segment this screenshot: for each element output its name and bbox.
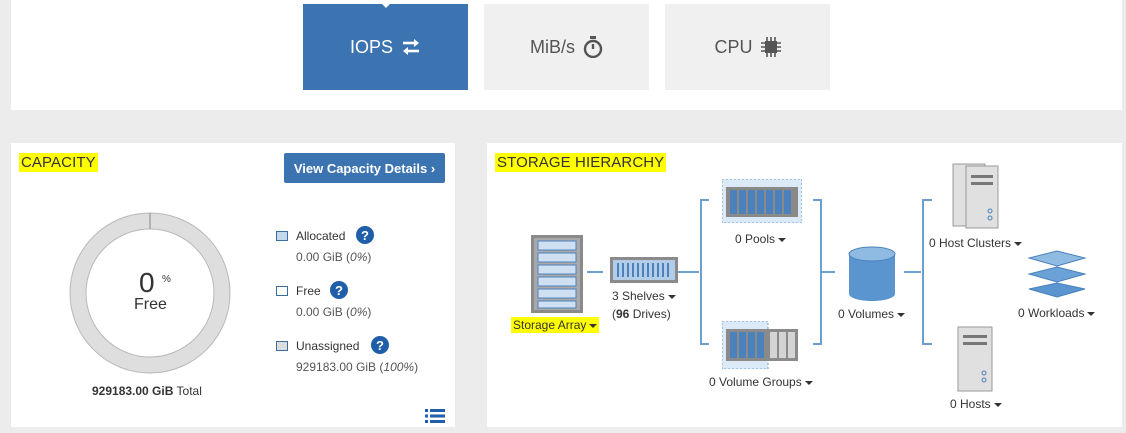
- legend-swatch: [276, 286, 288, 296]
- storage-hierarchy-panel: STORAGE HIERARCHY Storage Array 3 Shelve…: [487, 143, 1122, 427]
- pool-icon[interactable]: [721, 178, 803, 228]
- shelves-label: 3 Shelves: [612, 289, 665, 303]
- pools-label: 0 Pools: [735, 232, 776, 246]
- volume-groups-menu[interactable]: 0 Volume Groups: [709, 375, 813, 389]
- host-clusters-menu[interactable]: 0 Host Clusters: [929, 236, 1023, 250]
- legend-value: 0.00 GiB (0%): [296, 305, 372, 319]
- hosts-label: 0 Hosts: [950, 397, 991, 411]
- help-icon[interactable]: ?: [371, 336, 389, 354]
- legend-label: Allocated: [296, 229, 346, 243]
- capacity-title: CAPACITY: [19, 153, 98, 172]
- performance-panel: IOPS MiB/s CPU: [11, 0, 1122, 110]
- donut-percent-sign: %: [162, 274, 171, 285]
- view-capacity-details-button[interactable]: View Capacity Details ›: [284, 153, 445, 183]
- tab-mibs[interactable]: MiB/s: [484, 4, 649, 90]
- tab-iops[interactable]: IOPS: [303, 3, 468, 90]
- legend-value: 0.00 GiB (0%): [296, 250, 372, 264]
- workloads-label: 0 Workloads: [1018, 306, 1085, 320]
- workloads-menu[interactable]: 0 Workloads: [1018, 306, 1096, 320]
- volume-icon[interactable]: [848, 246, 896, 307]
- volume-groups-label: 0 Volume Groups: [709, 375, 802, 389]
- capacity-panel: CAPACITY View Capacity Details › 0 % Fre…: [11, 143, 455, 427]
- legend-swatch: [276, 231, 288, 241]
- tab-mibs-label: MiB/s: [530, 36, 575, 57]
- volume-group-icon[interactable]: [721, 320, 802, 374]
- drives-label: (96 Drives): [612, 307, 671, 321]
- stopwatch-icon: [583, 36, 603, 58]
- host-clusters-label: 0 Host Clusters: [929, 236, 1012, 250]
- help-icon[interactable]: ?: [356, 226, 374, 244]
- host-cluster-icon[interactable]: [952, 163, 1000, 234]
- tab-cpu[interactable]: CPU: [665, 4, 830, 90]
- tab-iops-label: IOPS: [349, 36, 393, 57]
- capacity-total-suffix: Total: [176, 384, 202, 398]
- shelves-menu[interactable]: 3 Shelves: [612, 289, 676, 303]
- help-icon[interactable]: ?: [330, 281, 348, 299]
- storage-array-icon[interactable]: [531, 235, 583, 318]
- donut-label: Free: [134, 296, 167, 313]
- volumes-menu[interactable]: 0 Volumes: [838, 307, 906, 321]
- legend-value: 929183.00 GiB (100%): [296, 360, 419, 374]
- workload-icon[interactable]: [1027, 247, 1087, 304]
- legend-label: Unassigned: [296, 339, 360, 353]
- capacity-total: 929183.00 GiB Total: [92, 384, 202, 398]
- capacity-total-value: 929183.00 GiB: [92, 384, 174, 398]
- list-icon[interactable]: [425, 408, 445, 429]
- legend-label: Free: [296, 284, 321, 298]
- chip-icon: [760, 37, 781, 57]
- storage-array-menu[interactable]: Storage Array: [511, 317, 600, 333]
- hosts-menu[interactable]: 0 Hosts: [950, 397, 1002, 411]
- swap-arrows-icon: [401, 38, 421, 56]
- volumes-label: 0 Volumes: [838, 307, 895, 321]
- legend-swatch: [276, 341, 288, 351]
- pools-menu[interactable]: 0 Pools: [735, 232, 787, 246]
- donut-percent: 0: [139, 267, 155, 298]
- host-icon[interactable]: [957, 326, 993, 397]
- storage-array-label: Storage Array: [513, 318, 587, 332]
- tab-cpu-label: CPU: [714, 36, 753, 57]
- shelf-icon[interactable]: [610, 257, 678, 288]
- tab-pointer: [381, 3, 391, 8]
